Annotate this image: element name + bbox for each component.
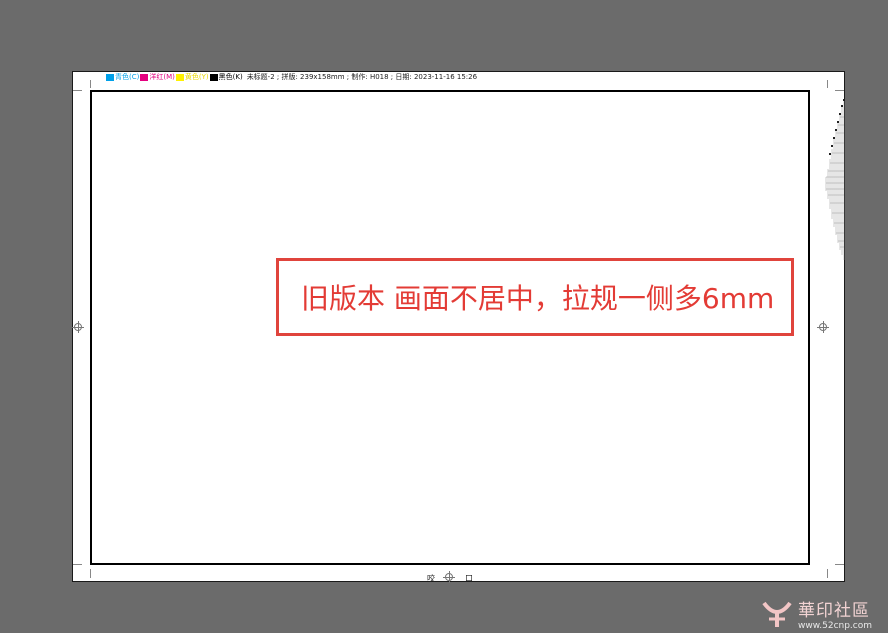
- black-swatch: [209, 73, 218, 81]
- gripper-label: 咬: [427, 574, 435, 583]
- watermark-text: 華印社區 www.52cnp.com: [798, 596, 872, 631]
- density-gradient-strip: [825, 99, 845, 260]
- crop-mark: [73, 90, 82, 91]
- cyan-swatch: [106, 73, 114, 81]
- watermark: 華印社區 www.52cnp.com: [760, 596, 872, 631]
- magenta-swatch: [140, 73, 149, 81]
- color-bar: 青色(C) 洋红(M) 黄色(Y) 黑色(K) 未标题-2 ; 拼版: 239x…: [106, 72, 477, 82]
- annotation-box: 旧版本 画面不居中，拉规一侧多6mm: [276, 258, 794, 336]
- crop-mark: [835, 90, 844, 91]
- crop-mark: [90, 569, 91, 578]
- watermark-logo-icon: [762, 601, 792, 627]
- slug-info: 未标题-2 ; 拼版: 239x158mm ; 制作: H018 ; 日期: 2…: [246, 73, 478, 81]
- gripper-label-2: 口: [465, 574, 473, 583]
- yellow-label: 黄色(Y): [184, 73, 209, 81]
- crop-mark: [90, 80, 91, 88]
- annotation-text: 旧版本 画面不居中，拉规一侧多6mm: [301, 282, 775, 315]
- crop-mark: [73, 564, 82, 565]
- crop-mark: [835, 564, 844, 565]
- black-label: 黑色(K): [218, 73, 243, 81]
- crop-mark: [827, 569, 828, 578]
- crop-mark: [827, 80, 828, 88]
- registration-mark-left: [72, 321, 84, 333]
- cyan-label: 青色(C): [115, 73, 140, 81]
- watermark-url: www.52cnp.com: [798, 621, 873, 631]
- registration-mark-right: [817, 321, 829, 333]
- registration-mark-bottom: [443, 571, 455, 583]
- magenta-label: 洋红(M): [149, 73, 175, 81]
- yellow-swatch: [175, 73, 184, 81]
- watermark-title: 華印社區: [798, 601, 870, 621]
